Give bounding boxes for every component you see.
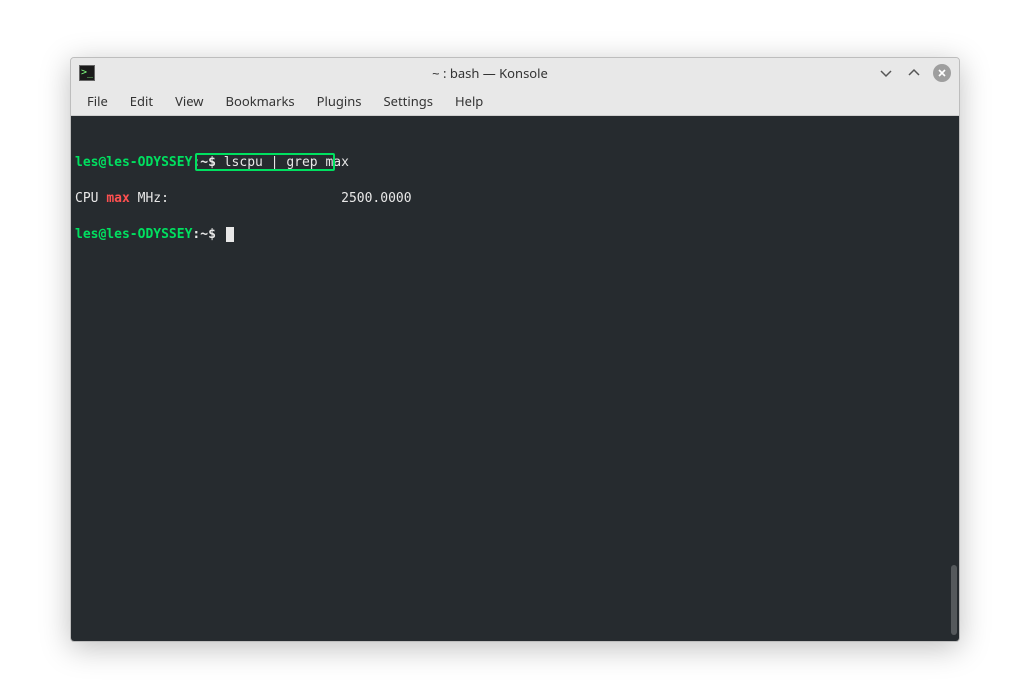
output-value: 2500.0000 — [341, 191, 411, 206]
menu-plugins[interactable]: Plugins — [307, 88, 372, 114]
menu-help[interactable]: Help — [445, 88, 493, 114]
menu-file[interactable]: File — [77, 88, 118, 114]
prompt-dollar: $ — [208, 227, 216, 242]
menubar: File Edit View Bookmarks Plugins Setting… — [71, 88, 959, 116]
prompt-dollar: $ — [208, 155, 216, 170]
terminal-area[interactable]: les@les-ODYSSEY:~$ lscpu | grep max CPU … — [71, 116, 959, 641]
menu-edit[interactable]: Edit — [120, 88, 163, 114]
terminal-line-1: les@les-ODYSSEY:~$ lscpu | grep max — [75, 154, 955, 172]
output-padding — [169, 191, 341, 206]
menu-view[interactable]: View — [165, 88, 213, 114]
menu-bookmarks[interactable]: Bookmarks — [216, 88, 305, 114]
prompt-user: les@les-ODYSSEY — [75, 227, 192, 242]
prompt-path: ~ — [200, 155, 208, 170]
prompt-user: les@les-ODYSSEY — [75, 155, 192, 170]
command-text: lscpu | grep max — [224, 155, 349, 170]
terminal-icon: >_ — [79, 65, 95, 81]
titlebar[interactable]: >_ ~ : bash — Konsole — [71, 58, 959, 88]
maximize-icon[interactable] — [905, 64, 923, 82]
scrollbar-thumb[interactable] — [951, 565, 957, 635]
terminal-line-2: CPU max MHz: 2500.0000 — [75, 190, 955, 208]
output-prefix: CPU — [75, 191, 106, 206]
window-title: ~ : bash — Konsole — [103, 64, 877, 82]
close-icon[interactable] — [933, 64, 951, 82]
grep-match: max — [106, 191, 129, 206]
terminal-line-3: les@les-ODYSSEY:~$ — [75, 226, 955, 244]
cursor-block — [226, 227, 234, 242]
minimize-icon[interactable] — [877, 64, 895, 82]
prompt-path: ~ — [200, 227, 208, 242]
output-suffix: MHz: — [130, 191, 169, 206]
window-controls — [877, 64, 951, 82]
menu-settings[interactable]: Settings — [374, 88, 443, 114]
konsole-window: >_ ~ : bash — Konsole File Edit View Boo… — [70, 57, 960, 642]
